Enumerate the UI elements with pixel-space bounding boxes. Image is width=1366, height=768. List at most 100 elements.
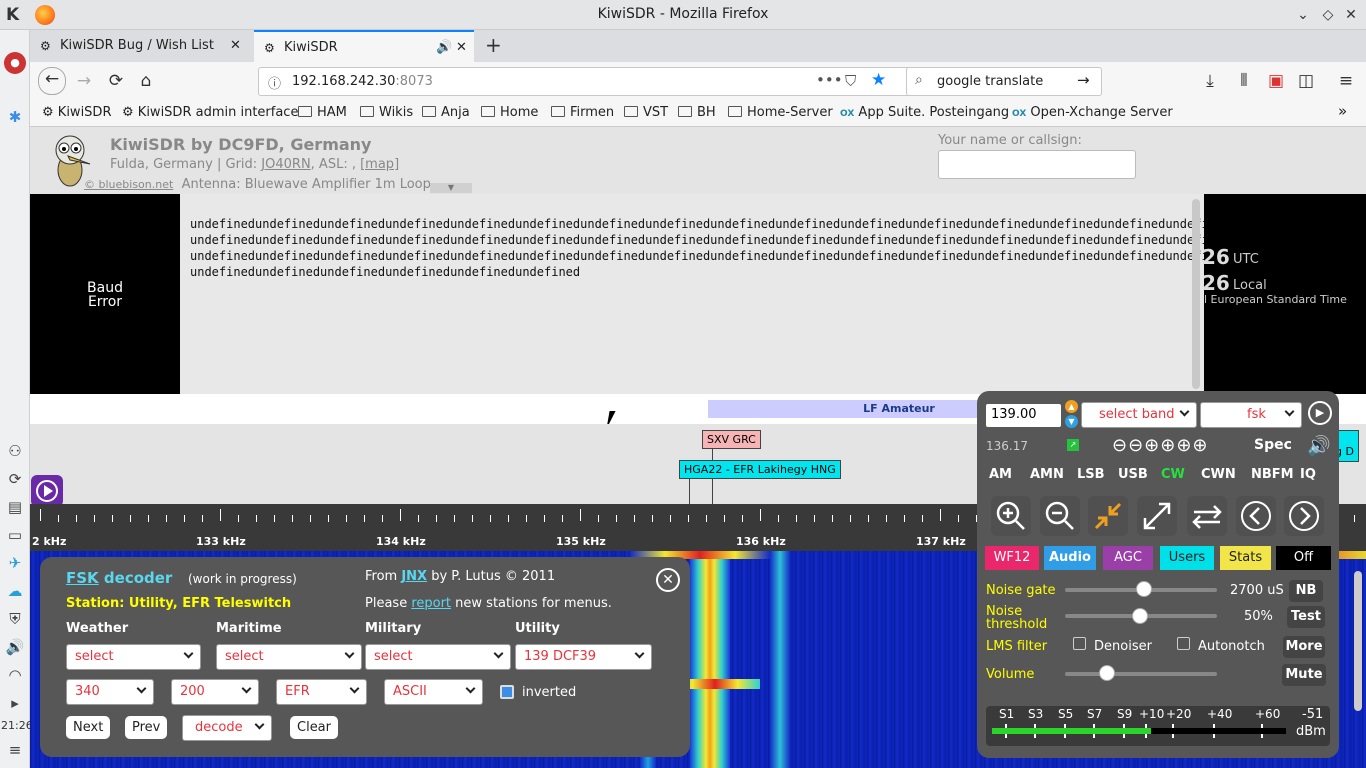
bookmark-folder-ham[interactable]: HAM <box>298 105 347 120</box>
minimize-icon[interactable]: ⌄ <box>1293 5 1313 25</box>
search-bar[interactable]: ⌕ google translate → <box>906 67 1102 96</box>
tab-agc[interactable]: AGC <box>1103 546 1153 570</box>
zoom-max-out-icon[interactable] <box>1137 496 1177 536</box>
tab-audio[interactable]: Audio <box>1044 546 1096 570</box>
library-icon[interactable]: ⫴ <box>1232 70 1256 94</box>
firefox-launcher-icon[interactable]: ● <box>4 52 26 74</box>
clear-button[interactable]: Clear <box>290 716 338 739</box>
bookmark-folder-firmen[interactable]: Firmen <box>551 105 614 120</box>
search-go-icon[interactable]: → <box>1077 71 1090 89</box>
shift-select[interactable]: 340 <box>66 679 154 705</box>
tab-bug-wishlist[interactable]: ⚙ KiwiSDR Bug / Wish List ✕ <box>30 30 250 62</box>
reload-icon[interactable]: ⟳ <box>104 70 128 94</box>
zoom-in-icon[interactable] <box>991 496 1031 536</box>
bookmark-folder-bh[interactable]: BH <box>678 105 716 120</box>
volume-slider[interactable] <box>1065 672 1217 676</box>
clipboard-icon[interactable]: ▤ <box>4 496 26 518</box>
bookmarks-overflow-icon[interactable]: » <box>1338 102 1347 120</box>
telegram-icon[interactable]: ✈ <box>4 552 26 574</box>
new-tab-icon[interactable]: + <box>485 33 502 57</box>
page-right-icon[interactable] <box>1284 496 1324 536</box>
station-label-sxv[interactable]: SXV GRC <box>702 430 761 449</box>
addon-icon[interactable]: ▣ <box>1264 70 1288 94</box>
spec-button[interactable]: Spec <box>1254 437 1292 453</box>
encoding-select[interactable]: ASCII <box>384 679 483 705</box>
next-button[interactable]: Next <box>66 716 111 739</box>
mute-button[interactable]: Mute <box>1282 664 1326 686</box>
mode-button-cw[interactable]: CW <box>1161 467 1185 482</box>
swap-icon[interactable] <box>1187 496 1227 536</box>
zoom-step-icons[interactable]: ⊖⊖⊕⊕⊕⊕ <box>1112 435 1209 456</box>
battery-icon[interactable]: ▭ <box>4 524 26 546</box>
page-left-icon[interactable] <box>1236 496 1276 536</box>
credit-link[interactable]: © bluebison.net <box>84 178 173 191</box>
tab-wf12[interactable]: WF12 <box>985 546 1039 570</box>
tab-users[interactable]: Users <box>1160 546 1214 570</box>
prev-button[interactable]: Prev <box>125 716 168 739</box>
grid-link[interactable]: JO40RN <box>261 157 310 172</box>
noise-gate-knob[interactable] <box>1136 581 1152 597</box>
back-icon[interactable]: ← <box>38 67 66 95</box>
mode-button-lsb[interactable]: LSB <box>1077 467 1105 482</box>
forward-icon[interactable]: → <box>72 70 96 94</box>
denoiser-checkbox[interactable] <box>1073 637 1086 650</box>
jnx-link[interactable]: JNX <box>401 569 427 584</box>
mode-button-iq[interactable]: IQ <box>1300 467 1316 482</box>
mode-button-nbfm[interactable]: NBFM <box>1251 467 1294 482</box>
inverted-checkbox[interactable] <box>500 685 514 699</box>
military-select[interactable]: select <box>365 644 511 670</box>
mode-button-am[interactable]: AM <box>989 467 1012 482</box>
bookmark-app-suite[interactable]: OX App Suite. Posteingang <box>840 105 1009 120</box>
search-input[interactable]: google translate <box>937 74 1043 89</box>
collapse-header-icon[interactable]: ▼ <box>430 183 472 193</box>
bookmark-folder-home-server[interactable]: Home-Server <box>728 105 833 120</box>
menu-icon[interactable]: ≡ <box>4 739 26 761</box>
select-band-dropdown[interactable]: select band <box>1081 402 1197 428</box>
cloud-icon[interactable]: ☁ <box>4 580 26 602</box>
tab-off[interactable]: Off <box>1276 546 1331 570</box>
tab-kiwisdr[interactable]: ⚙ KiwiSDR 🔊 ✕ <box>254 30 474 62</box>
autonotch-checkbox[interactable] <box>1177 637 1190 650</box>
bookmark-folder-vst[interactable]: VST <box>624 105 668 120</box>
freq-step-down-icon[interactable]: ▼ <box>1065 415 1078 428</box>
mode-button-cwn[interactable]: CWN <box>1201 467 1236 482</box>
page-actions-icon[interactable]: ••• <box>816 71 843 89</box>
more-button[interactable]: More <box>1283 636 1325 658</box>
external-link-icon[interactable]: ↗ <box>1067 439 1079 451</box>
map-link[interactable]: [map] <box>360 157 399 172</box>
bookmark-folder-home[interactable]: Home <box>481 105 538 120</box>
test-button[interactable]: Test <box>1287 606 1325 628</box>
bookmark-open-xchange[interactable]: OX Open-Xchange Server <box>1012 105 1173 120</box>
audio-playing-icon[interactable]: 🔊 <box>436 32 452 64</box>
fsk-help-link[interactable]: FSK <box>66 569 99 587</box>
nb-button[interactable]: NB <box>1289 580 1323 602</box>
hamburger-menu-icon[interactable]: ≡ <box>1334 70 1358 94</box>
expand-arrow-icon[interactable]: ▸ <box>4 692 26 714</box>
url-bar[interactable]: ⓘ 192.168.242.30:8073 ••• ⛉ ★ <box>258 67 928 96</box>
app-launcher-icon[interactable]: ✱ <box>4 106 26 128</box>
zoom-band-icon[interactable] <box>1088 496 1128 536</box>
downloads-icon[interactable]: ⤓ <box>1198 70 1222 94</box>
play-icon[interactable]: ▶ <box>1308 401 1332 425</box>
sync-icon[interactable]: ⟳ <box>4 468 26 490</box>
speaker-icon[interactable]: 🔊 <box>1307 434 1331 457</box>
extension-dropdown[interactable]: fsk <box>1200 402 1302 428</box>
console-scrollbar[interactable] <box>1192 199 1200 389</box>
close-window-icon[interactable]: ✕ <box>1341 5 1361 25</box>
close-tab-icon[interactable]: ✕ <box>456 32 467 64</box>
decode-select[interactable]: decode <box>182 715 272 741</box>
home-icon[interactable]: ⌂ <box>134 70 158 94</box>
volume-icon[interactable]: 🔊 <box>4 636 26 658</box>
utility-select[interactable]: 139 DCF39 <box>515 644 652 670</box>
callsign-input[interactable] <box>938 150 1136 179</box>
volume-knob[interactable] <box>1099 665 1115 681</box>
bookmark-folder-anja[interactable]: Anja <box>422 105 470 120</box>
close-icon[interactable]: ✕ <box>656 568 680 592</box>
bookmark-folder-wikis[interactable]: Wikis <box>360 105 413 120</box>
shield-icon[interactable]: ⛨ <box>4 608 26 630</box>
framing-select[interactable]: EFR <box>276 679 367 705</box>
noise-threshold-knob[interactable] <box>1132 608 1148 624</box>
bookmark-kiwisdr-admin[interactable]: ⚙ KiwiSDR admin interface <box>122 105 298 120</box>
bookmark-star-icon[interactable]: ★ <box>871 70 886 90</box>
wifi-icon[interactable]: ◠ <box>4 664 26 686</box>
